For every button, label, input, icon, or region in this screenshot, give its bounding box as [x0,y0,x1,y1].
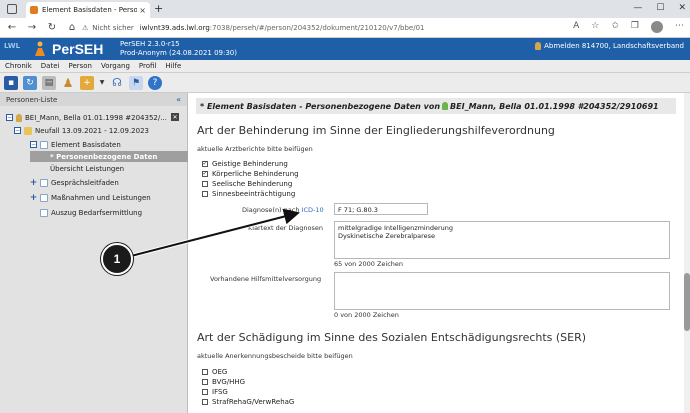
annotation-arrow [130,208,300,258]
callout-marker: 1 [101,243,133,275]
